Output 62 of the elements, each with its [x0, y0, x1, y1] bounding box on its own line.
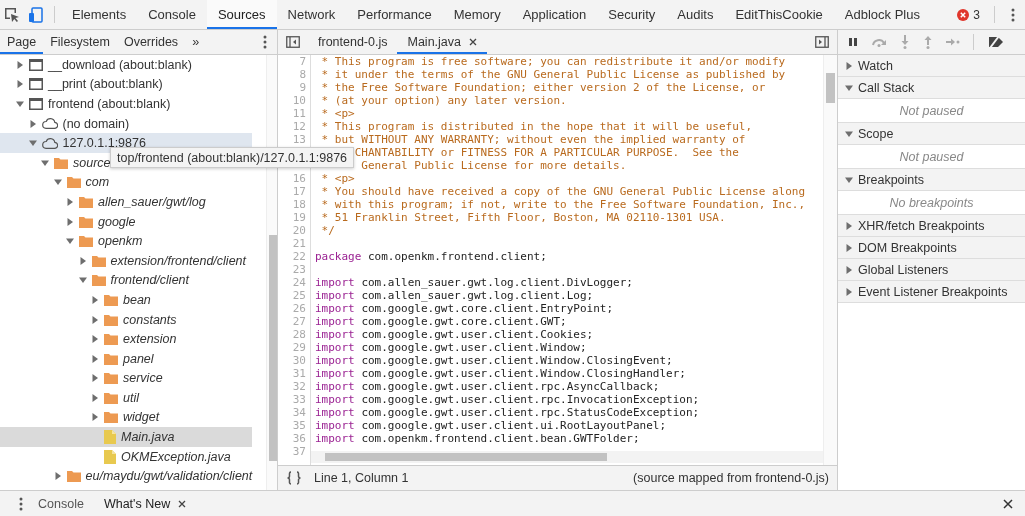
- line-number: 28: [291, 328, 307, 341]
- line-number: 7: [298, 55, 307, 68]
- code-comment: * 51 Franklin Street, Fifth Floor, Boston, MA 02110-1301 USA.: [320, 211, 727, 224]
- code-comment: * with this program; if not, write to the Free Software Foundation, Inc.,: [320, 198, 807, 211]
- line-number: 34: [291, 406, 307, 419]
- empty-message: Not paused: [899, 149, 964, 164]
- code-line: import com.google.gwt.user.client.rpc.InvocationException;: [315, 393, 701, 406]
- code-line: package com.openkm.frontend.client;: [315, 250, 548, 263]
- line-number: 18: [291, 198, 307, 211]
- line-number: 27: [291, 315, 307, 328]
- line-number: 26: [291, 302, 307, 315]
- line-number: 31: [291, 367, 307, 380]
- code-line: import com.google.gwt.core.client.GWT;: [315, 315, 568, 328]
- code-line: import com.google.gwt.user.client.rpc.AsyncCallback;: [315, 380, 661, 393]
- code-comment: * (at your option) any later version.: [320, 94, 568, 107]
- code-comment: * but WITHOUT ANY WARRANTY; without even the implied warranty of: [320, 133, 747, 146]
- line-number: 21: [291, 237, 307, 250]
- line-number: 11: [291, 107, 307, 120]
- code-line: import com.google.gwt.user.client.ui.RootLayoutPanel;: [315, 419, 667, 432]
- line-number: 13: [291, 133, 307, 146]
- cursor-position: Line 1, Column 1: [314, 471, 409, 485]
- line-number: 30: [291, 354, 307, 367]
- code-comment: * <p>: [320, 172, 356, 185]
- error-count: 3: [973, 7, 980, 22]
- code-line: import com.allen_sauer.gwt.log.client.Log;: [315, 289, 595, 302]
- line-number: 19: [291, 211, 307, 224]
- line-number: 29: [291, 341, 307, 354]
- line-number: 36: [291, 432, 307, 445]
- line-number: 17: [291, 185, 307, 198]
- line-number: 23: [291, 263, 307, 276]
- line-number: 25: [291, 289, 307, 302]
- code-comment: * You should have received a copy of the GNU General Public License along: [320, 185, 807, 198]
- code-line: import com.google.gwt.user.client.Cookies;: [315, 328, 595, 341]
- source-map-info: (source mapped from frontend-0.js): [633, 471, 829, 485]
- code-line: import com.allen_sauer.gwt.log.client.DivLogger;: [315, 276, 634, 289]
- empty-message: Not paused: [899, 103, 964, 118]
- line-number: 24: [291, 276, 307, 289]
- line-number: 33: [291, 393, 307, 406]
- line-number: 16: [291, 172, 307, 185]
- code-comment: * <p>: [320, 107, 356, 120]
- line-number: 37: [291, 445, 307, 458]
- code-line: import com.google.gwt.user.client.Window.ClosingEvent;: [315, 354, 674, 367]
- empty-message: No breakpoints: [889, 195, 974, 210]
- line-number: 10: [291, 94, 307, 107]
- code-comment: */: [320, 224, 336, 237]
- line-number: 32: [291, 380, 307, 393]
- code-line: import com.google.gwt.user.client.rpc.StatusCodeException;: [315, 406, 701, 419]
- line-number: 12: [291, 120, 307, 133]
- code-line: import com.google.gwt.user.client.Window;: [315, 341, 588, 354]
- code-comment: * the Free Software Foundation; either version 2 of the License, or: [320, 81, 767, 94]
- code-comment: * it under the terms of the GNU General Public License as published by: [320, 68, 787, 81]
- line-number: 35: [291, 419, 307, 432]
- code-comment: * This program is distributed in the hope that it will be useful,: [320, 120, 754, 133]
- line-number: 9: [298, 81, 307, 94]
- code-line: import com.google.gwt.core.client.EntryPoint;: [315, 302, 615, 315]
- line-number: 22: [291, 250, 307, 263]
- tooltip: top/frontend (about:blank)/127.0.1.1:9876: [110, 147, 355, 168]
- code-comment: * This program is free software; you can redistribute it and/or modify: [320, 55, 787, 68]
- code-line: import com.google.gwt.user.client.Window.ClosingHandler;: [315, 367, 687, 380]
- line-number: 8: [298, 68, 307, 81]
- line-number: 20: [291, 224, 307, 237]
- code-line: import com.openkm.frontend.client.bean.GWTFolder;: [315, 432, 641, 445]
